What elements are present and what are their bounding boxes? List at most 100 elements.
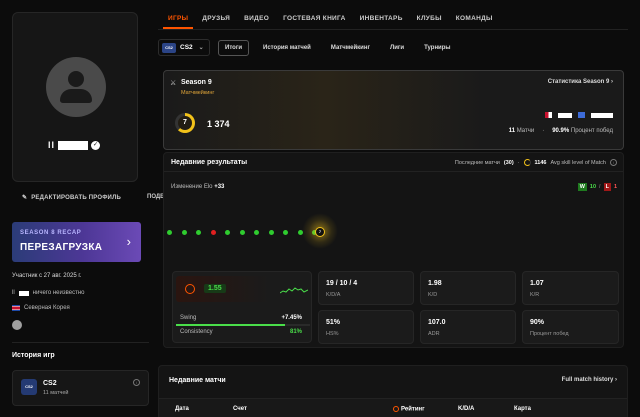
losses-badge: L [603, 183, 611, 191]
season-card: ⚔ Season 9 Матчмейкинг Статистика Season… [163, 70, 624, 150]
column-header-date[interactable]: Дата [175, 406, 189, 412]
pencil-icon: ✎ [22, 195, 28, 201]
game-selector-label: CS2 [180, 44, 193, 51]
season-recap-banner[interactable]: SEASON 8 RECAP ПЕРЕЗАГРУЗКА › [12, 222, 141, 262]
wins-count: 10 [589, 184, 597, 190]
game-selector[interactable]: CS2 CS2 ⌄ [158, 39, 210, 56]
info-icon[interactable]: i [133, 379, 140, 386]
chevron-right-icon: › [126, 234, 131, 249]
consistency-bar-fill [176, 324, 285, 326]
column-header-map[interactable]: Карта [514, 406, 531, 412]
tab-friends[interactable]: ДРУЗЬЯ [202, 15, 230, 22]
elo-value: 1 374 [207, 119, 230, 129]
season-matches: 11 Матчи [508, 128, 535, 134]
recap-subtitle: SEASON 8 RECAP [20, 230, 82, 236]
subtab-tournaments[interactable]: Турниры [418, 41, 456, 55]
edit-profile-label: РЕДАКТИРОВАТЬ ПРОФИЛЬ [31, 194, 121, 201]
steam-icon[interactable] [12, 320, 22, 330]
matches-table-header: Дата Счет Рейтинг K/D/A Карта [159, 398, 627, 417]
member-since: Участник с 27 авг. 2025 г. [12, 273, 81, 279]
column-header-kda[interactable]: K/D/A [458, 406, 474, 412]
rating-header: 1.55 [176, 276, 308, 302]
skill-level-ring: 7 [175, 113, 195, 133]
match-win-dot[interactable] [268, 230, 274, 235]
match-loss-dot[interactable] [210, 230, 216, 235]
edit-profile-button[interactable]: ✎ РЕДАКТИРОВАТЬ ПРОФИЛЬ [22, 194, 121, 202]
column-header-score[interactable]: Счет [233, 406, 247, 412]
last-matches-count: (30) [503, 159, 514, 166]
game-name: CS2 [43, 380, 57, 387]
stat-value: 90% [530, 319, 545, 326]
current-level-marker: 7 [315, 227, 325, 237]
season-sep: · [542, 128, 545, 134]
subtab-matchmaking[interactable]: Матчмейкинг [325, 41, 376, 55]
tab-inventory[interactable]: ИНВЕНТАРЬ [360, 15, 403, 22]
match-win-dot[interactable] [239, 230, 245, 235]
profile-nav: ИГРЫ ДРУЗЬЯ ВИДЕО ГОСТЕВАЯ КНИГА ИНВЕНТА… [168, 15, 493, 22]
column-header-rating[interactable]: Рейтинг [393, 406, 425, 413]
match-win-dot[interactable] [196, 230, 201, 235]
north-korea-flag-icon [12, 305, 20, 311]
bio-prefix: ll [12, 290, 15, 296]
full-match-history-link[interactable]: Full match history › [562, 377, 617, 383]
share-profile-button[interactable]: ПОДЕ [147, 194, 164, 200]
bio-line: ll ничего неизвестно [12, 290, 84, 296]
avatar-body-icon [60, 89, 92, 103]
subtab-overview[interactable]: Итоги [218, 40, 250, 56]
tab-guestbook[interactable]: ГОСТЕВАЯ КНИГА [283, 15, 346, 22]
last-matches-label: Последние матчи [454, 159, 500, 166]
subtab-match-history[interactable]: История матчей [257, 41, 317, 55]
match-win-dot[interactable] [167, 230, 172, 235]
elo-change-value: +33 [214, 184, 225, 190]
country-line: Северная Корея [12, 305, 70, 311]
divider [164, 171, 623, 172]
stat-card-kd: 1.98 K/D [420, 271, 516, 305]
match-result-sequence [164, 228, 324, 238]
stat-label: Процент побед [530, 331, 569, 337]
tab-clubs[interactable]: КЛУБЫ [417, 15, 442, 22]
stat-card-kr: 1.07 K/R [522, 271, 619, 305]
season-mode: Матчмейкинг [181, 90, 215, 96]
match-win-dot[interactable] [181, 230, 187, 235]
avg-skill-value: 1146 [534, 159, 547, 166]
match-win-dot[interactable] [225, 230, 230, 235]
divider [158, 29, 628, 30]
stat-label: HS% [326, 331, 339, 337]
game-history-item[interactable]: CS2 CS2 11 матчей i [12, 370, 149, 406]
faceit-logo-icon [185, 284, 195, 294]
season-summary: 11 Матчи · 90.9% Процент побед [509, 128, 613, 134]
stat-value: 1.98 [428, 280, 442, 287]
recent-results-panel: Недавние результаты Последние матчи (30)… [163, 152, 624, 348]
stat-card-adr: 107.0 ADR [420, 310, 516, 344]
bio-text: ничего неизвестно [32, 290, 85, 296]
win-loss-summary: W 10 / L 1 [577, 183, 617, 191]
consistency-label: Consistency [180, 329, 213, 335]
stat-label: ADR [428, 331, 440, 337]
skill-level: 7 [178, 116, 192, 130]
stat-card-kda: 19 / 10 / 4 K/D/A [318, 271, 414, 305]
elo-change: Изменение Elo +33 [171, 184, 224, 190]
season-stats-link[interactable]: Статистика Season 9 › [548, 79, 613, 85]
consistency-value: 81% [289, 329, 302, 335]
tab-games[interactable]: ИГРЫ [168, 15, 188, 22]
match-win-dot[interactable] [254, 230, 259, 235]
stat-value: 1.07 [530, 280, 544, 287]
info-icon[interactable]: i [610, 159, 617, 166]
stat-label: K/R [530, 292, 540, 298]
losses-count: 1 [613, 184, 617, 190]
recent-matches-title: Недавние матчи [169, 377, 226, 384]
divider [12, 342, 149, 343]
region-flag-icon [545, 112, 552, 118]
subtab-leagues[interactable]: Лиги [384, 41, 410, 55]
tab-video[interactable]: ВИДЕО [244, 15, 269, 22]
stat-label: K/D [428, 292, 438, 298]
game-history-title: История игр [12, 352, 55, 359]
results-meta: Последние матчи (30) · 1146 Avg skill le… [455, 159, 617, 166]
avatar[interactable] [46, 57, 106, 117]
wins-badge: W [577, 183, 587, 191]
member-since-text: Участник с 27 авг. 2025 г. [12, 273, 82, 279]
recap-title: ПЕРЕЗАГРУЗКА [20, 242, 103, 253]
tab-teams[interactable]: КОМАНДЫ [456, 15, 493, 22]
match-win-dot[interactable] [283, 230, 288, 235]
stat-card-winrate: 90% Процент побед [522, 310, 619, 344]
